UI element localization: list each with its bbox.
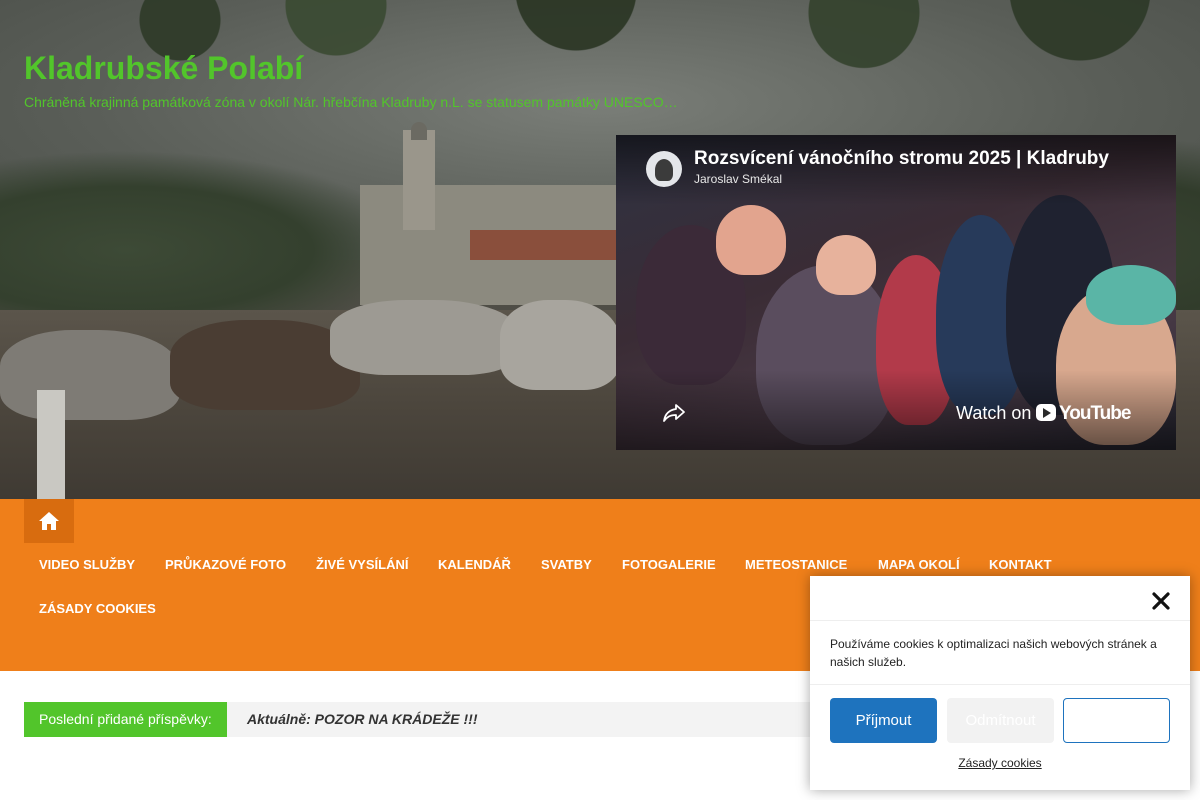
menu-item-svatby[interactable]: SVATBY [541,557,592,572]
cookie-divider [810,620,1190,621]
header-building-roof [470,230,630,260]
cookie-preferences-button[interactable]: Předvolby [1063,698,1170,743]
youtube-logo-text[interactable]: YouTube [1059,403,1131,425]
home-button[interactable] [24,499,74,543]
menu-item-kontakt[interactable]: KONTAKT [989,557,1052,572]
menu-item-video-sluzby[interactable]: VIDEO SLUŽBY [39,557,135,572]
header-church-tower [403,130,435,230]
site-title[interactable]: Kladrubské Polabí [24,50,303,87]
menu-item-mapa-okoli[interactable]: MAPA OKOLÍ [878,557,960,572]
cookie-divider [810,684,1190,685]
home-icon [39,512,59,530]
header-horse [330,300,520,375]
site-description: Chráněná krajinná památková zóna v okolí… [24,94,678,110]
youtube-play-icon[interactable] [1036,404,1056,421]
menu-item-meteostanice[interactable]: METEOSTANICE [745,557,847,572]
close-icon[interactable] [1150,590,1172,612]
header-church-tower-top [411,122,427,140]
video-scene [716,205,786,275]
menu-item-fotogalerie[interactable]: FOTOGALERIE [622,557,716,572]
menu-item-zive-vysilani[interactable]: ŽIVÉ VYSÍLÁNÍ [316,557,408,572]
cookie-policy-link[interactable]: Zásady cookies [810,756,1190,770]
ticker-headline[interactable]: Aktuálně: POZOR NA KRÁDEŽE !!! [247,702,477,737]
channel-avatar[interactable] [646,151,682,187]
menu-item-zasady-cookies[interactable]: ZÁSADY COOKIES [39,601,156,616]
video-author[interactable]: Jaroslav Smékal [694,172,782,186]
video-title[interactable]: Rozsvícení vánočního stromu 2025 | Kladr… [694,148,1109,170]
menu-item-kalendar[interactable]: KALENDÁŘ [438,557,511,572]
cookie-consent-banner: Používáme cookies k optimalizaci našich … [810,576,1190,790]
share-icon[interactable] [662,401,686,425]
header-horse [500,300,620,390]
header-horse [0,330,180,420]
youtube-embed[interactable]: Rozsvícení vánočního stromu 2025 | Kladr… [616,135,1176,450]
video-top-gradient [616,135,1176,205]
menu-item-prukazove-foto[interactable]: PRŮKAZOVÉ FOTO [165,557,286,572]
cookie-message: Používáme cookies k optimalizaci našich … [830,637,1157,669]
video-scene [1086,265,1176,325]
video-scene [816,235,876,295]
deny-cookies-button[interactable]: Odmítnout [947,698,1054,743]
header-fence-post [37,390,65,499]
watch-on-label[interactable]: Watch on [956,403,1031,424]
accept-cookies-button[interactable]: Příjmout [830,698,937,743]
ticker-label: Poslední přidané příspěvky: [24,702,227,737]
